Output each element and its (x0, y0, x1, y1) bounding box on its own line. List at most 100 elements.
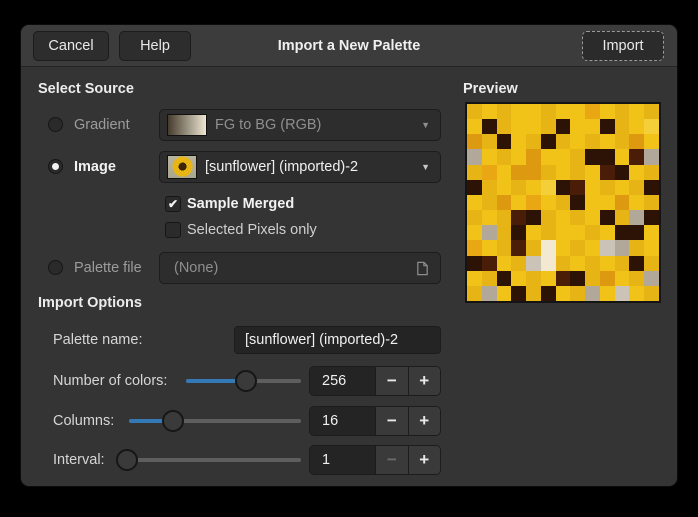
plus-button[interactable]: + (408, 446, 440, 474)
minus-button[interactable]: − (375, 446, 407, 474)
preview-cell (497, 256, 512, 271)
preview-cell (629, 286, 644, 301)
checkmark-icon: ✔ (168, 197, 178, 211)
preview-cell (585, 119, 600, 134)
preview-cell (482, 286, 497, 301)
number-of-colors-value[interactable]: 256 (310, 367, 375, 395)
sample-merged-checkbox[interactable]: ✔ (165, 196, 181, 212)
preview-cell (511, 271, 526, 286)
gradient-thumbnail (167, 114, 207, 136)
palette-preview (465, 102, 661, 303)
preview-cell (570, 195, 585, 210)
interval-slider[interactable] (116, 445, 301, 475)
preview-cell (585, 195, 600, 210)
slider-track (116, 458, 301, 462)
preview-cell (511, 134, 526, 149)
preview-cell (615, 104, 630, 119)
preview-cell (556, 134, 571, 149)
preview-cell (541, 225, 556, 240)
preview-cell (511, 180, 526, 195)
preview-cell (600, 180, 615, 195)
number-of-colors-slider[interactable] (186, 366, 301, 396)
slider-handle[interactable] (235, 370, 257, 392)
palette-file-radio[interactable] (48, 260, 63, 275)
preview-cell (556, 225, 571, 240)
preview-cell (644, 119, 659, 134)
import-button[interactable]: Import (582, 31, 664, 61)
preview-cell (541, 195, 556, 210)
gradient-select-value: FG to BG (RGB) (215, 117, 421, 133)
palette-name-label: Palette name: (53, 326, 142, 354)
preview-cell (541, 210, 556, 225)
preview-cell (497, 240, 512, 255)
preview-cell (629, 271, 644, 286)
preview-cell (467, 104, 482, 119)
preview-cell (482, 240, 497, 255)
image-radio[interactable] (48, 159, 63, 174)
palette-file-radio-label: Palette file (74, 252, 142, 284)
slider-handle[interactable] (162, 410, 184, 432)
preview-cell (600, 286, 615, 301)
select-source-heading: Select Source (38, 81, 134, 97)
preview-cell (541, 286, 556, 301)
columns-value[interactable]: 16 (310, 407, 375, 435)
chevron-down-icon: ▼ (421, 162, 430, 172)
interval-value[interactable]: 1 (310, 446, 375, 474)
preview-cell (600, 119, 615, 134)
selected-pixels-only-checkbox[interactable] (165, 222, 181, 238)
preview-cell (629, 240, 644, 255)
preview-cell (467, 286, 482, 301)
preview-cell (556, 165, 571, 180)
preview-cell (570, 180, 585, 195)
palette-name-input[interactable]: [sunflower] (imported)-2 (234, 326, 441, 354)
preview-cell (600, 104, 615, 119)
preview-cell (644, 210, 659, 225)
preview-cell (629, 210, 644, 225)
preview-cell (644, 240, 659, 255)
preview-cell (556, 286, 571, 301)
preview-cell (570, 240, 585, 255)
preview-cell (511, 149, 526, 164)
preview-cell (615, 286, 630, 301)
preview-cell (467, 210, 482, 225)
palette-file-value: (None) (174, 260, 415, 276)
preview-cell (644, 256, 659, 271)
preview-cell (585, 225, 600, 240)
preview-cell (644, 180, 659, 195)
gradient-select[interactable]: FG to BG (RGB) ▼ (159, 109, 441, 141)
preview-cell (600, 240, 615, 255)
interval-label: Interval: (53, 445, 105, 475)
preview-cell (526, 256, 541, 271)
preview-cell (467, 180, 482, 195)
preview-heading: Preview (463, 81, 518, 97)
preview-cell (556, 149, 571, 164)
columns-slider[interactable] (129, 406, 301, 436)
palette-file-button[interactable]: (None) (159, 252, 441, 284)
preview-cell (541, 180, 556, 195)
preview-cell (615, 210, 630, 225)
plus-button[interactable]: + (408, 407, 440, 435)
minus-button[interactable]: − (375, 367, 407, 395)
preview-cell (556, 195, 571, 210)
image-select[interactable]: [sunflower] (imported)-2 ▼ (159, 151, 441, 183)
preview-cell (526, 225, 541, 240)
preview-cell (526, 119, 541, 134)
preview-cell (497, 210, 512, 225)
minus-button[interactable]: − (375, 407, 407, 435)
preview-cell (526, 165, 541, 180)
columns-label: Columns: (53, 406, 114, 436)
preview-cell (570, 271, 585, 286)
preview-cell (600, 195, 615, 210)
dialog-body: Select Source Gradient FG to BG (RGB) ▼ … (21, 67, 679, 488)
gradient-radio[interactable] (48, 117, 63, 132)
preview-cell (497, 165, 512, 180)
preview-grid (467, 104, 659, 301)
preview-cell (615, 256, 630, 271)
preview-cell (585, 256, 600, 271)
preview-cell (600, 225, 615, 240)
preview-cell (511, 119, 526, 134)
slider-handle[interactable] (116, 449, 138, 471)
preview-cell (629, 180, 644, 195)
plus-button[interactable]: + (408, 367, 440, 395)
preview-cell (585, 210, 600, 225)
